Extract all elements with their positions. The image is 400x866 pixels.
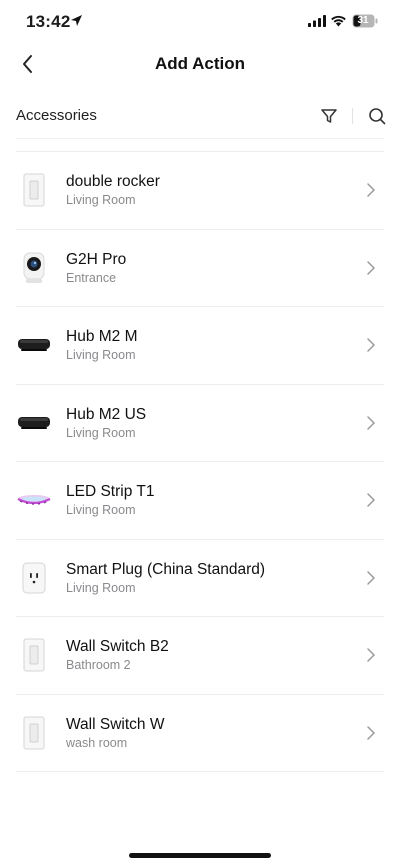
accessory-name: Hub M2 M (66, 328, 138, 345)
accessory-list: double rocker Living Room G2H Pro Entran… (0, 152, 400, 772)
search-button[interactable] (366, 105, 388, 127)
chevron-right-icon (367, 648, 375, 662)
nav-bar: Add Action (0, 44, 400, 84)
accessory-row[interactable]: LED Strip T1 Living Room (16, 462, 384, 540)
chevron-right-icon (367, 260, 375, 275)
wall-switch-icon (16, 170, 52, 210)
accessory-row[interactable]: Wall Switch W wash room (16, 695, 384, 772)
accessory-name: double rocker (66, 173, 160, 190)
header-separator (16, 138, 384, 139)
accessory-name: Wall Switch W (66, 715, 165, 733)
smart-plug-icon (16, 558, 52, 598)
location-arrow-icon (71, 15, 82, 26)
chevron-right-icon (367, 570, 375, 585)
accessory-room: Living Room (66, 348, 136, 362)
page-title: Add Action (154, 54, 246, 73)
accessory-room: Entrance (66, 270, 117, 285)
filter-button[interactable] (319, 106, 339, 126)
home-indicator[interactable] (129, 853, 271, 858)
accessory-row[interactable]: Smart Plug (China Standard) Living Room (16, 540, 384, 617)
cellular-signal-icon (308, 15, 326, 27)
accessory-room: Living Room (66, 193, 136, 207)
status-bar: 13:42 31 (0, 0, 400, 44)
section-header: Accessories (0, 98, 400, 134)
accessory-row[interactable]: Hub M2 M Living Room (16, 307, 384, 385)
accessory-name: Smart Plug (China Standard) (66, 560, 266, 578)
camera-icon (16, 248, 52, 288)
status-time: 13:42 (26, 12, 71, 31)
led-strip-icon (16, 480, 52, 520)
accessory-name: LED Strip T1 (66, 483, 155, 500)
chevron-right-icon (367, 183, 375, 197)
chevron-right-icon (367, 338, 375, 352)
accessory-room: Bathroom 2 (66, 658, 131, 672)
accessory-name: Wall Switch B2 (66, 638, 169, 655)
accessory-row[interactable]: Hub M2 US Living Room (16, 385, 384, 462)
wifi-icon (331, 15, 346, 27)
wall-switch-icon (16, 713, 52, 753)
filter-icon (321, 109, 337, 123)
accessory-room: Living Room (66, 425, 136, 440)
search-icon (369, 108, 386, 125)
accessory-room: wash room (66, 735, 128, 750)
wall-switch-icon (16, 635, 52, 675)
section-title: Accessories (16, 107, 97, 124)
header-divider (352, 108, 353, 124)
battery-level: 31 (357, 15, 369, 26)
chevron-right-icon (367, 415, 375, 430)
hub-icon (16, 403, 52, 443)
chevron-right-icon (367, 493, 375, 507)
accessory-room: Living Room (66, 503, 136, 517)
accessory-row[interactable]: double rocker Living Room (16, 152, 384, 230)
accessory-row[interactable]: G2H Pro Entrance (16, 230, 384, 307)
hub-icon (16, 325, 52, 365)
accessory-name: Hub M2 US (66, 405, 147, 423)
chevron-right-icon (367, 725, 375, 740)
accessory-row[interactable]: Wall Switch B2 Bathroom 2 (16, 617, 384, 695)
accessory-room: Living Room (66, 580, 136, 595)
accessory-name: G2H Pro (66, 250, 127, 268)
